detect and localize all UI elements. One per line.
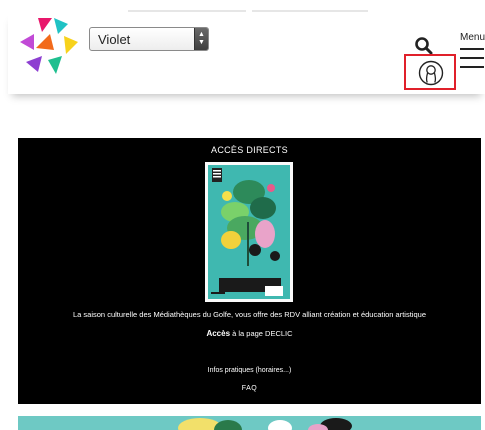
search-button[interactable] [414, 36, 434, 56]
top-strip [0, 0, 485, 12]
declic-access-line: Accès à la page DECLIC [18, 329, 481, 338]
search-icon [415, 37, 433, 55]
page: Violet ▲ ▼ Menu ACCÈS DIRECTS La saison … [0, 0, 485, 430]
declic-poster-image [208, 165, 290, 299]
banner-illustration [178, 418, 352, 430]
select-arrows-icon: ▲ ▼ [194, 28, 208, 50]
declic-poster[interactable] [205, 162, 293, 302]
infos-pratiques-link[interactable]: Infos pratiques (horaires...) [18, 367, 481, 374]
site-logo[interactable] [18, 14, 84, 78]
faq-link[interactable]: FAQ [18, 385, 481, 392]
user-icon [418, 60, 444, 86]
theme-select[interactable]: Violet ▲ ▼ [89, 27, 209, 51]
panel-description: La saison culturelle des Médiathèques du… [73, 310, 426, 319]
declic-access-text: à la page DECLIC [230, 329, 293, 338]
menu-button[interactable]: Menu [460, 32, 485, 74]
site-header: Violet ▲ ▼ Menu [8, 12, 485, 94]
menu-label: Menu [460, 32, 485, 43]
acces-directs-panel: ACCÈS DIRECTS La saison culturelle des M… [18, 138, 481, 404]
declic-access-link[interactable]: Accès [206, 329, 230, 338]
account-button[interactable] [404, 54, 456, 90]
panel-title: ACCÈS DIRECTS [211, 145, 288, 155]
logo-triangles-icon [20, 18, 78, 74]
theme-select-value: Violet [98, 32, 131, 47]
featured-banner[interactable] [18, 416, 481, 430]
